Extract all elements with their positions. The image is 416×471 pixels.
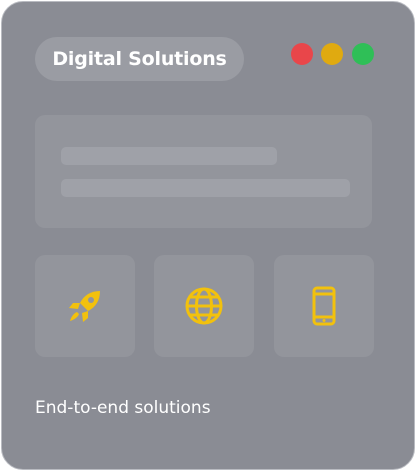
feature-tile-mobile[interactable] xyxy=(274,255,374,357)
globe-icon xyxy=(185,287,223,325)
placeholder-line xyxy=(61,179,350,197)
maximize-window-dot[interactable] xyxy=(352,43,374,65)
feature-tile-rocket[interactable] xyxy=(35,255,135,357)
card-caption: End-to-end solutions xyxy=(35,398,211,418)
card-title: Digital Solutions xyxy=(35,37,244,81)
mobile-phone-icon xyxy=(312,286,336,326)
minimize-window-dot[interactable] xyxy=(321,43,343,65)
rocket-icon xyxy=(69,291,100,322)
content-placeholder-panel xyxy=(35,115,372,228)
solutions-card: Digital Solutions End-to-end solutions xyxy=(1,1,415,470)
feature-tile-globe[interactable] xyxy=(154,255,254,357)
placeholder-line xyxy=(61,147,277,165)
close-window-dot[interactable] xyxy=(291,43,313,65)
